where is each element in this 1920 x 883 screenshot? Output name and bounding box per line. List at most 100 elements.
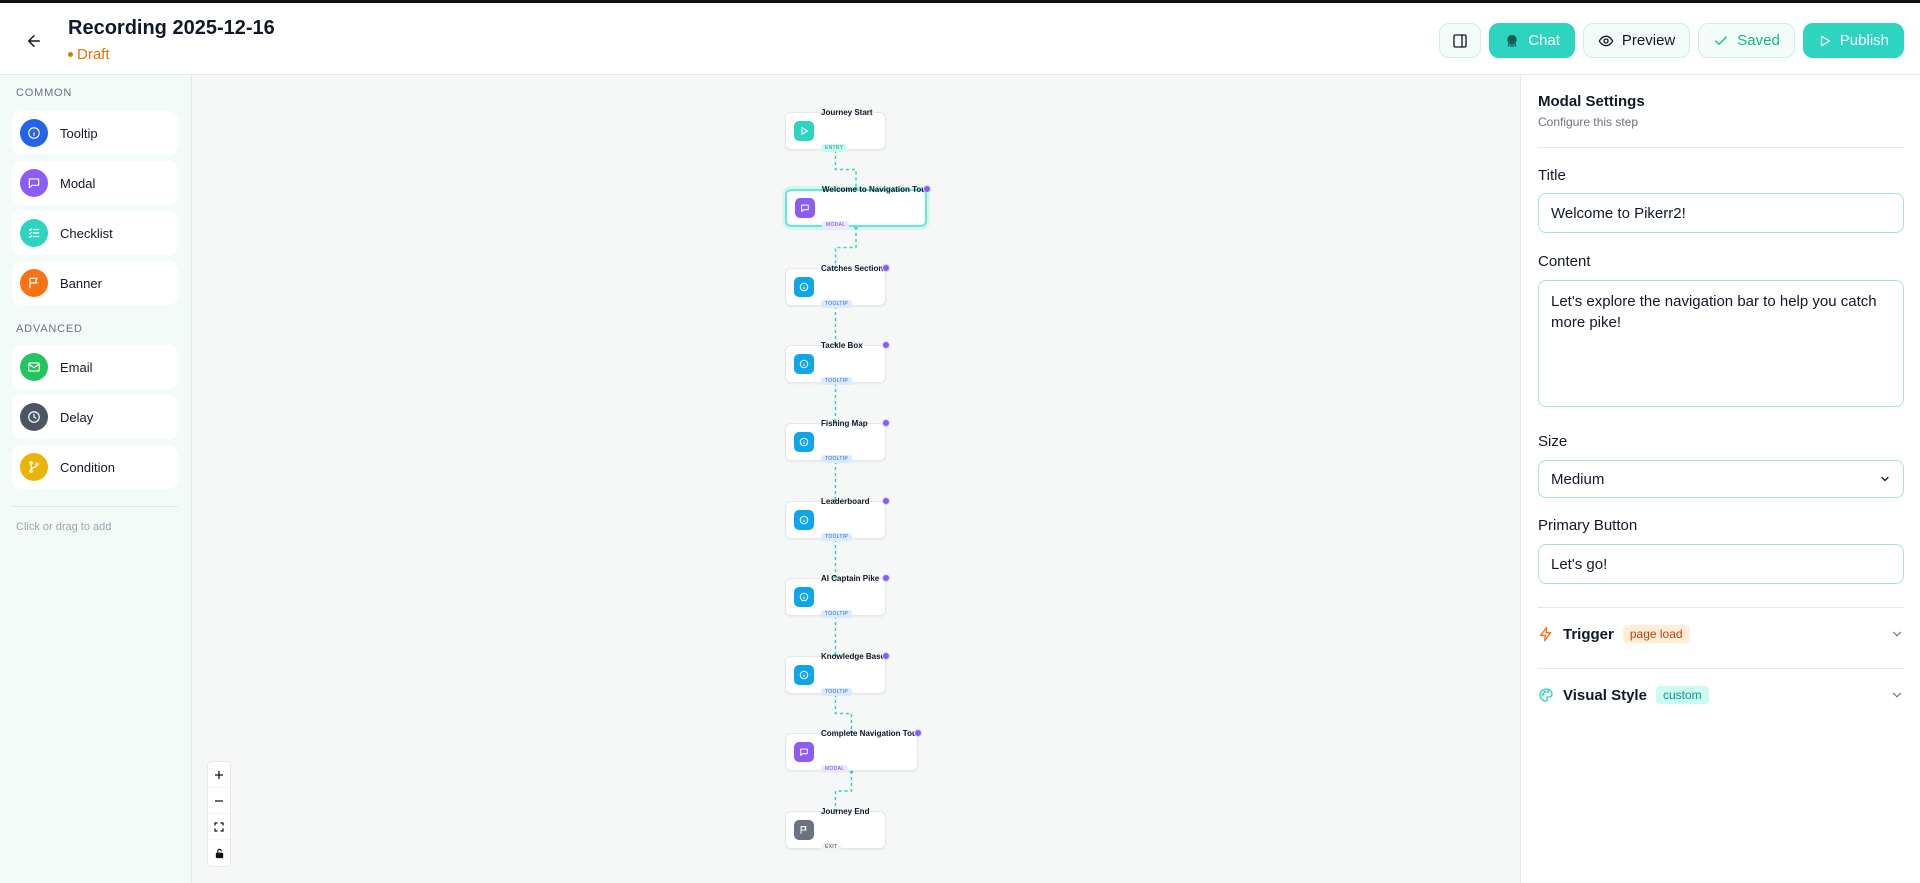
- flow-node-tag: TOOLTIP: [821, 300, 853, 308]
- flow-node[interactable]: Journey Start ENTRY: [785, 108, 886, 152]
- flow-node-label: Complete Navigation Tour: [821, 729, 920, 738]
- primary-button-label: Primary Button: [1538, 517, 1638, 534]
- flow-node-text: Journey End EXIT: [821, 807, 869, 853]
- flow-node[interactable]: Journey End EXIT: [785, 807, 886, 851]
- title-field[interactable]: [1538, 193, 1904, 233]
- info-icon: [794, 277, 814, 297]
- flow-node-text: Leaderboard TOOLTIP: [821, 497, 869, 543]
- node-handle[interactable]: [882, 652, 890, 660]
- info-icon: [794, 510, 814, 530]
- sidebar-divider: [12, 506, 178, 507]
- settings-panel: Modal Settings Configure this step Title…: [1520, 75, 1920, 883]
- chat-bubble-icon: [795, 198, 815, 218]
- info-icon: [794, 587, 814, 607]
- flow-node-label: Catches Section: [821, 264, 884, 273]
- trigger-label: Trigger: [1563, 625, 1614, 643]
- sidebar-hint: Click or drag to add: [16, 521, 112, 533]
- chevron-down-icon: [1892, 692, 1902, 698]
- visual-style-badge: custom: [1655, 686, 1709, 704]
- node-handle[interactable]: [914, 729, 922, 737]
- palette-item-modal[interactable]: Modal: [12, 161, 178, 205]
- flow-canvas[interactable]: Journey Start ENTRY Welcome to Navigation …: [192, 75, 1520, 883]
- palette-item-email[interactable]: Email: [12, 345, 178, 389]
- title-label: Title: [1538, 167, 1566, 184]
- visual-style-accordion[interactable]: Visual Style custom: [1538, 680, 1904, 710]
- node-handle[interactable]: [882, 341, 890, 349]
- flow-node-tag: MODAL: [821, 765, 849, 773]
- size-select[interactable]: Medium: [1538, 460, 1904, 498]
- node-handle[interactable]: [882, 264, 890, 272]
- size-label: Size: [1538, 433, 1568, 450]
- flow-node-text: Fishing Map TOOLTIP: [821, 419, 868, 465]
- zoom-in-button[interactable]: [208, 762, 230, 788]
- advanced-section-label: ADVANCED: [16, 323, 83, 335]
- node-handle[interactable]: [882, 574, 890, 582]
- zoom-out-button[interactable]: [208, 788, 230, 814]
- palette-item-label: Condition: [60, 459, 115, 475]
- palette-item-label: Delay: [60, 409, 94, 425]
- palette-item-condition[interactable]: Condition: [12, 445, 178, 489]
- flow-edge: [834, 150, 857, 189]
- flow-node[interactable]: Welcome to Navigation Tour MODAL: [785, 185, 929, 229]
- flow-node-tag: TOOLTIP: [821, 455, 853, 463]
- flow-node[interactable]: AI Captain Pike TOOLTIP: [785, 574, 886, 618]
- content-label: Content: [1538, 253, 1591, 270]
- trigger-accordion[interactable]: Trigger page load: [1538, 619, 1904, 649]
- content-textarea[interactable]: Let's explore the navigation bar to help…: [1538, 280, 1904, 407]
- trigger-badge: page load: [1622, 625, 1690, 643]
- palette-item-tooltip[interactable]: Tooltip: [12, 111, 178, 155]
- panel-divider: [1538, 668, 1904, 669]
- publish-button-label: Publish: [1839, 32, 1889, 49]
- lightning-icon: [1540, 626, 1552, 642]
- toggle-panel-button[interactable]: [1439, 23, 1482, 58]
- minus-icon: [215, 799, 223, 802]
- panel-divider: [1538, 607, 1904, 608]
- panel-icon: [1453, 33, 1467, 48]
- primary-button-field[interactable]: [1538, 544, 1904, 584]
- flow-node[interactable]: Catches Section TOOLTIP: [785, 264, 886, 308]
- node-handle[interactable]: [882, 497, 890, 505]
- chat-bubble-icon: [20, 169, 48, 197]
- flow-node[interactable]: Leaderboard TOOLTIP: [785, 497, 886, 541]
- flow-node[interactable]: Knowledge Base TOOLTIP: [785, 652, 886, 696]
- flow-node-label: Journey End: [821, 807, 870, 816]
- flow-node-label: Leaderboard: [821, 497, 870, 506]
- node-handle[interactable]: [923, 185, 931, 193]
- flow-node[interactable]: Complete Navigation Tour MODAL: [785, 729, 920, 773]
- flow-node-tag: ENTRY: [821, 144, 848, 152]
- flow-node-text: Tackle Box TOOLTIP: [821, 341, 863, 387]
- clock-icon: [20, 403, 48, 431]
- flag-icon: [20, 269, 48, 297]
- palette-item-checklist[interactable]: Checklist: [12, 211, 178, 255]
- play-icon: [1820, 35, 1831, 46]
- step-palette: COMMON Tooltip Modal Checklist Banner AD…: [0, 75, 192, 883]
- palette-item-banner[interactable]: Banner: [12, 261, 178, 305]
- info-icon: [794, 665, 814, 685]
- info-icon: [794, 354, 814, 374]
- saved-button[interactable]: Saved: [1698, 23, 1795, 58]
- status-badge: Draft: [68, 46, 110, 63]
- mail-icon: [20, 353, 48, 381]
- chat-button-label: Chat: [1528, 32, 1560, 49]
- node-handle[interactable]: [882, 419, 890, 427]
- back-button[interactable]: [20, 29, 48, 53]
- status-text: Draft: [77, 46, 110, 63]
- lock-button[interactable]: [208, 840, 230, 866]
- flow-node-label: Journey Start: [821, 108, 873, 117]
- branch-icon: [20, 453, 48, 481]
- publish-button[interactable]: Publish: [1802, 23, 1904, 58]
- palette-item-delay[interactable]: Delay: [12, 395, 178, 439]
- fit-view-button[interactable]: [208, 814, 230, 840]
- saved-button-label: Saved: [1737, 32, 1780, 49]
- fullscreen-icon: [214, 821, 224, 832]
- info-icon: [794, 432, 814, 452]
- checklist-icon: [20, 219, 48, 247]
- size-select-value: Medium: [1551, 470, 1605, 488]
- panel-subtitle: Configure this step: [1538, 115, 1639, 129]
- preview-button[interactable]: Preview: [1582, 23, 1691, 58]
- flow-node[interactable]: Tackle Box TOOLTIP: [785, 341, 886, 385]
- chat-button[interactable]: Chat: [1489, 23, 1575, 58]
- flow-node-text: Welcome to Navigation Tour MODAL: [822, 185, 929, 231]
- flow-node-text: Journey Start ENTRY: [821, 108, 873, 154]
- flow-node[interactable]: Fishing Map TOOLTIP: [785, 419, 886, 463]
